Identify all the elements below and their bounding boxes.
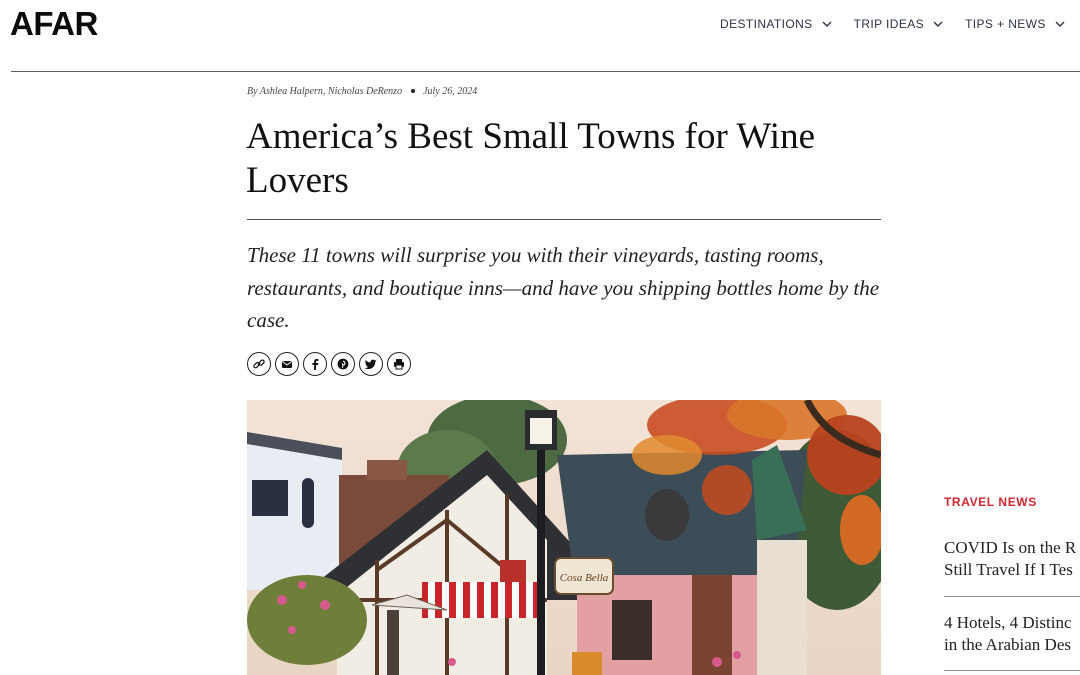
sidebar-divider xyxy=(944,670,1080,671)
byline: By Ashlea Halpern, Nicholas DeRenzo July… xyxy=(247,86,477,97)
pinterest-icon xyxy=(337,358,349,370)
sidebar-divider xyxy=(944,596,1080,597)
nav-tips-news[interactable]: TIPS + NEWS xyxy=(965,17,1065,31)
chevron-down-icon xyxy=(822,21,832,27)
nav-label: TIPS + NEWS xyxy=(965,17,1046,31)
sidebar-article-title-line: COVID Is on the R xyxy=(944,538,1077,557)
nav-trip-ideas[interactable]: TRIP IDEAS xyxy=(854,17,943,31)
chevron-down-icon xyxy=(1055,21,1065,27)
hero-image: Cosa Bella xyxy=(247,400,881,675)
nav-label: DESTINATIONS xyxy=(720,17,813,31)
main-nav: DESTINATIONS TRIP IDEAS TIPS + NEWS HO xyxy=(720,17,1080,31)
article-dek: These 11 towns will surprise you with th… xyxy=(247,243,880,332)
print-share-button[interactable] xyxy=(387,352,411,376)
nav-destinations[interactable]: DESTINATIONS xyxy=(720,17,832,31)
email-share-button[interactable] xyxy=(275,352,299,376)
header-divider xyxy=(11,71,1080,72)
afar-logo[interactable]: AFAR xyxy=(10,5,98,43)
email-icon xyxy=(282,361,292,368)
sidebar-article-title-line: 4 Hotels, 4 Distinc xyxy=(944,613,1072,632)
byline-separator xyxy=(410,89,415,94)
byline-authors[interactable]: Ashlea Halpern, Nicholas DeRenzo xyxy=(260,86,402,97)
link-share-button[interactable] xyxy=(247,352,271,376)
sidebar-article-link[interactable]: COVID Is on the R Still Travel If I Tes xyxy=(944,537,1080,581)
shop-sign-cosa-bella: Cosa Bella xyxy=(560,572,609,584)
facebook-share-button[interactable] xyxy=(303,352,327,376)
sidebar-article-title-line: in the Arabian Des xyxy=(944,635,1071,654)
byline-prefix: By xyxy=(247,86,258,97)
nav-label: TRIP IDEAS xyxy=(853,17,925,31)
twitter-icon xyxy=(364,359,377,370)
sidebar-article-link[interactable]: 4 Hotels, 4 Distinc in the Arabian Des xyxy=(944,612,1080,656)
hero-illustration: Cosa Bella xyxy=(247,400,881,675)
article-title: America’s Best Small Towns for Wine Love… xyxy=(246,116,816,201)
print-icon xyxy=(394,359,404,370)
publish-date: July 26, 2024 xyxy=(423,86,478,97)
facebook-icon xyxy=(312,359,319,370)
pinterest-share-button[interactable] xyxy=(331,352,355,376)
title-divider xyxy=(247,219,881,220)
sidebar-article-title-line: Still Travel If I Tes xyxy=(944,560,1073,579)
link-icon xyxy=(253,359,265,369)
twitter-share-button[interactable] xyxy=(359,352,383,376)
chevron-down-icon xyxy=(933,21,943,27)
share-bar xyxy=(247,352,411,376)
sidebar-section-label[interactable]: TRAVEL NEWS xyxy=(944,495,1037,509)
